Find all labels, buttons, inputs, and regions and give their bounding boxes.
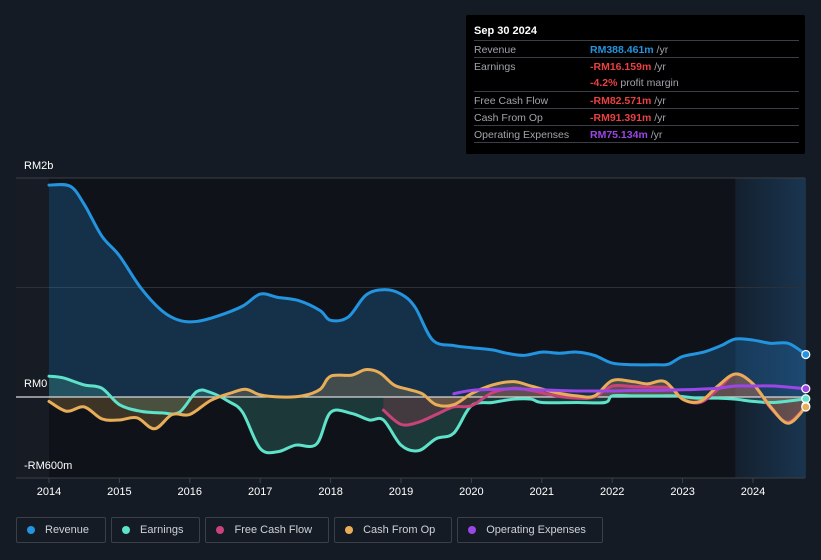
tooltip-row-opex: Operating Expenses RM75.134m /yr — [474, 125, 799, 143]
tooltip-value: -RM82.571m /yr — [590, 95, 666, 107]
pre-data-region — [16, 178, 49, 478]
x-tick-label: 2016 — [178, 486, 202, 498]
x-tick-label: 2019 — [389, 486, 413, 498]
opex-dot-icon — [468, 526, 477, 534]
tooltip-value: RM388.461m /yr — [590, 44, 669, 56]
legend-item-earnings[interactable]: Earnings — [111, 517, 201, 543]
x-tick-label: 2017 — [248, 486, 272, 498]
y-tick-label-bottom: -RM600m — [24, 460, 73, 472]
tooltip-value: RM75.134m /yr — [590, 129, 663, 141]
tooltip-row-cfo: Cash From Op -RM91.391m /yr — [474, 108, 799, 126]
tooltip-row-revenue: Revenue RM388.461m /yr — [474, 40, 799, 58]
x-tick-label: 2014 — [37, 486, 61, 498]
legend-label: Earnings — [140, 524, 184, 536]
cfo-dot-icon — [345, 526, 354, 534]
y-tick-label-top: RM2b — [24, 160, 54, 172]
tooltip-row-earnings: Earnings -RM16.159m /yr — [474, 57, 799, 75]
x-tick-label: 2015 — [107, 486, 131, 498]
x-tick-label: 2023 — [670, 486, 694, 498]
tooltip-label: Free Cash Flow — [474, 95, 549, 107]
legend-label: Free Cash Flow — [234, 524, 313, 536]
revenue-end-marker — [801, 349, 811, 360]
fcf-dot-icon — [216, 526, 225, 534]
legend-label: Cash From Op — [363, 524, 436, 536]
legend: Revenue Earnings Free Cash Flow Cash Fro… — [16, 517, 603, 543]
legend-item-cash-from-op[interactable]: Cash From Op — [334, 517, 453, 543]
tooltip-label: Cash From Op — [474, 112, 543, 124]
revenue-dot-icon — [27, 526, 35, 534]
tooltip-value: -4.2% profit margin — [590, 77, 679, 89]
tooltip-value: -RM16.159m /yr — [590, 61, 666, 73]
legend-label: Revenue — [45, 524, 90, 536]
y-tick-label-zero: RM0 — [24, 378, 48, 390]
x-tick-label: 2024 — [741, 486, 765, 498]
tooltip-label: Revenue — [474, 44, 517, 56]
legend-label: Operating Expenses — [486, 524, 586, 536]
legend-item-operating-expenses[interactable]: Operating Expenses — [457, 517, 603, 543]
tooltip-row-fcf: Free Cash Flow -RM82.571m /yr — [474, 91, 799, 109]
tooltip-label: Operating Expenses — [474, 129, 570, 141]
tooltip-value: -RM91.391m /yr — [590, 112, 666, 124]
earnings-dot-icon — [122, 526, 131, 534]
cash-from-op-end-marker — [801, 402, 811, 412]
tooltip-label: Earnings — [474, 61, 516, 73]
operating-expenses-end-marker — [801, 384, 811, 394]
forecast-highlight-region — [735, 178, 806, 478]
x-tick-label: 2020 — [459, 486, 483, 498]
legend-item-free-cash-flow[interactable]: Free Cash Flow — [205, 517, 330, 543]
tooltip: Sep 30 2024 Revenue RM388.461m /yr Earni… — [466, 15, 805, 154]
x-tick-label: 2018 — [318, 486, 342, 498]
tooltip-divider — [474, 142, 799, 143]
x-tick-label: 2021 — [530, 486, 554, 498]
x-tick-label: 2022 — [600, 486, 624, 498]
tooltip-row-margin: -4.2% profit margin — [474, 74, 799, 91]
tooltip-date: Sep 30 2024 — [474, 25, 537, 37]
legend-item-revenue[interactable]: Revenue — [16, 517, 107, 543]
